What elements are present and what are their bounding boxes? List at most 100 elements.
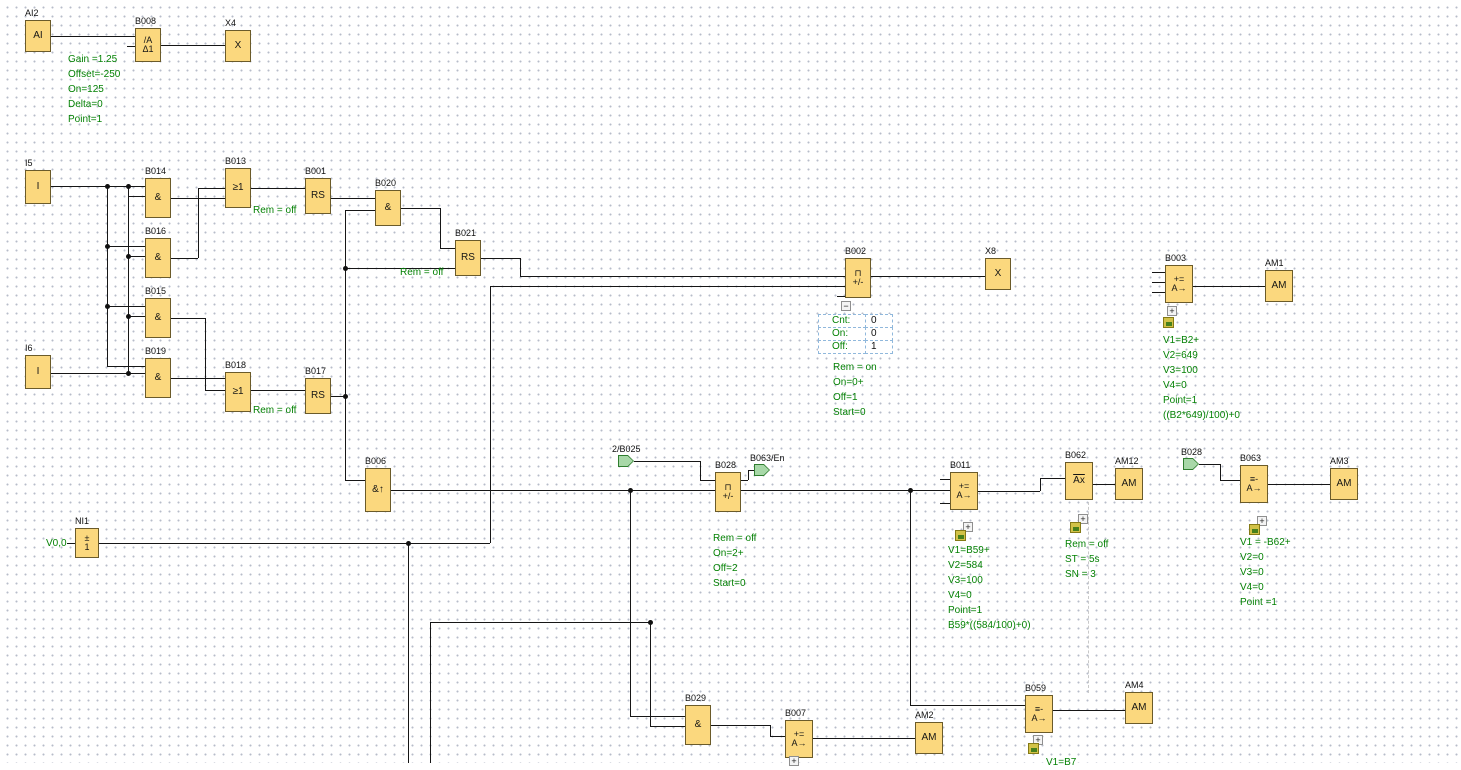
block-am12[interactable]: AM [1115, 468, 1143, 500]
wire-segment[interactable] [107, 306, 145, 307]
wire-segment[interactable] [650, 726, 685, 727]
wire-segment[interactable] [770, 725, 771, 736]
wire-segment[interactable] [741, 480, 748, 481]
block-x8[interactable]: X [985, 258, 1011, 290]
wire-segment[interactable] [331, 198, 375, 199]
block-b006[interactable]: &↑ [365, 468, 391, 512]
wire-segment[interactable] [345, 210, 346, 480]
block-b021[interactable]: RS [455, 240, 481, 276]
block-b011[interactable]: +=A→ [950, 472, 978, 510]
wire-segment[interactable] [127, 46, 135, 47]
wire-segment[interactable] [205, 390, 225, 391]
block-b018[interactable]: ≥1 [225, 372, 251, 412]
wire-segment[interactable] [1220, 480, 1240, 481]
wire-segment[interactable] [198, 188, 225, 189]
block-ni1[interactable]: ±1 [75, 528, 99, 558]
wire-segment[interactable] [99, 543, 490, 544]
param-ref-icon[interactable] [1163, 317, 1174, 328]
wire-segment[interactable] [910, 490, 911, 705]
wire-segment[interactable] [837, 296, 845, 297]
block-b015[interactable]: & [145, 298, 171, 338]
wire-segment[interactable] [161, 45, 225, 46]
block-b003[interactable]: +=A→ [1165, 265, 1193, 303]
wire-segment[interactable] [770, 736, 785, 737]
wire-segment[interactable] [171, 378, 225, 379]
fbd-diagram-canvas[interactable]: 2/B025B063/EnB028AIAI2/AΔ1B008XX4II5&B01… [0, 0, 1461, 763]
wire-segment[interactable] [391, 490, 950, 491]
wire-segment[interactable] [1199, 464, 1220, 465]
block-b014[interactable]: & [145, 178, 171, 218]
block-am3[interactable]: AM [1330, 468, 1358, 500]
wire-segment[interactable] [107, 366, 145, 367]
block-b002[interactable]: ⊓+/- [845, 258, 871, 298]
wire-segment[interactable] [1053, 710, 1125, 711]
block-i6[interactable]: I [25, 355, 51, 389]
wire-segment[interactable] [711, 725, 770, 726]
wire-segment[interactable] [940, 503, 950, 504]
wire-segment[interactable] [520, 258, 521, 276]
wire-segment[interactable] [490, 286, 845, 287]
wire-segment[interactable] [630, 716, 685, 717]
wire-segment[interactable] [1093, 484, 1115, 485]
wire-segment[interactable] [198, 188, 199, 258]
block-b020[interactable]: & [375, 190, 401, 226]
wire-segment[interactable] [251, 188, 305, 189]
block-b019[interactable]: & [145, 358, 171, 398]
wire-segment[interactable] [440, 248, 455, 249]
wire-segment[interactable] [171, 258, 198, 259]
wire-segment[interactable] [1268, 484, 1330, 485]
wire-segment[interactable] [813, 738, 915, 739]
wire-segment[interactable] [634, 461, 700, 462]
wire-segment[interactable] [910, 705, 1025, 706]
wire-segment[interactable] [251, 390, 305, 391]
block-x4[interactable]: X [225, 30, 251, 62]
wire-segment[interactable] [430, 622, 650, 623]
param-ref-icon[interactable] [1249, 524, 1260, 535]
wire-segment[interactable] [107, 186, 108, 366]
param-ref-icon[interactable] [1028, 743, 1039, 754]
wire-segment[interactable] [430, 622, 431, 763]
wire-segment[interactable] [700, 461, 701, 480]
wire-segment[interactable] [978, 491, 1040, 492]
wire-segment[interactable] [408, 543, 409, 763]
wire-segment[interactable] [51, 36, 135, 37]
wire-segment[interactable] [630, 490, 631, 716]
wire-segment[interactable] [1152, 282, 1165, 283]
block-b029[interactable]: & [685, 705, 711, 745]
wire-segment[interactable] [1152, 272, 1165, 273]
wire-segment[interactable] [650, 622, 651, 726]
collapse-minus-icon[interactable]: − [841, 301, 851, 311]
wire-segment[interactable] [345, 210, 375, 211]
wire-segment[interactable] [345, 480, 365, 481]
block-i5[interactable]: I [25, 170, 51, 204]
param-ref-icon[interactable] [1070, 522, 1081, 533]
block-b016[interactable]: & [145, 238, 171, 278]
block-am4[interactable]: AM [1125, 692, 1153, 724]
block-b007[interactable]: +=A→ [785, 720, 813, 758]
wire-segment[interactable] [440, 208, 441, 248]
wire-segment[interactable] [401, 208, 440, 209]
wire-segment[interactable] [171, 318, 205, 319]
wire-segment[interactable] [1040, 478, 1041, 491]
wire-segment[interactable] [1220, 464, 1221, 480]
connector-flag[interactable] [618, 455, 634, 467]
wire-segment[interactable] [871, 276, 985, 277]
connector-flag[interactable] [754, 464, 770, 476]
block-b008[interactable]: /AΔ1 [135, 28, 161, 62]
wire-segment[interactable] [107, 246, 145, 247]
block-b063[interactable]: ≡-A→ [1240, 465, 1268, 503]
block-am1[interactable]: AM [1265, 270, 1293, 302]
wire-segment[interactable] [128, 196, 145, 197]
wire-segment[interactable] [1193, 286, 1265, 287]
block-am2[interactable]: AM [915, 722, 943, 754]
wire-segment[interactable] [940, 479, 950, 480]
wire-segment[interactable] [490, 286, 491, 543]
block-b013[interactable]: ≥1 [225, 168, 251, 208]
block-b017[interactable]: RS [305, 378, 331, 414]
block-b062[interactable]: Ax [1065, 462, 1093, 500]
wire-segment[interactable] [67, 543, 75, 544]
wire-segment[interactable] [520, 276, 845, 277]
wire-segment[interactable] [748, 470, 749, 480]
block-ai2[interactable]: AI [25, 20, 51, 52]
expand-plus-icon[interactable]: + [789, 756, 799, 766]
